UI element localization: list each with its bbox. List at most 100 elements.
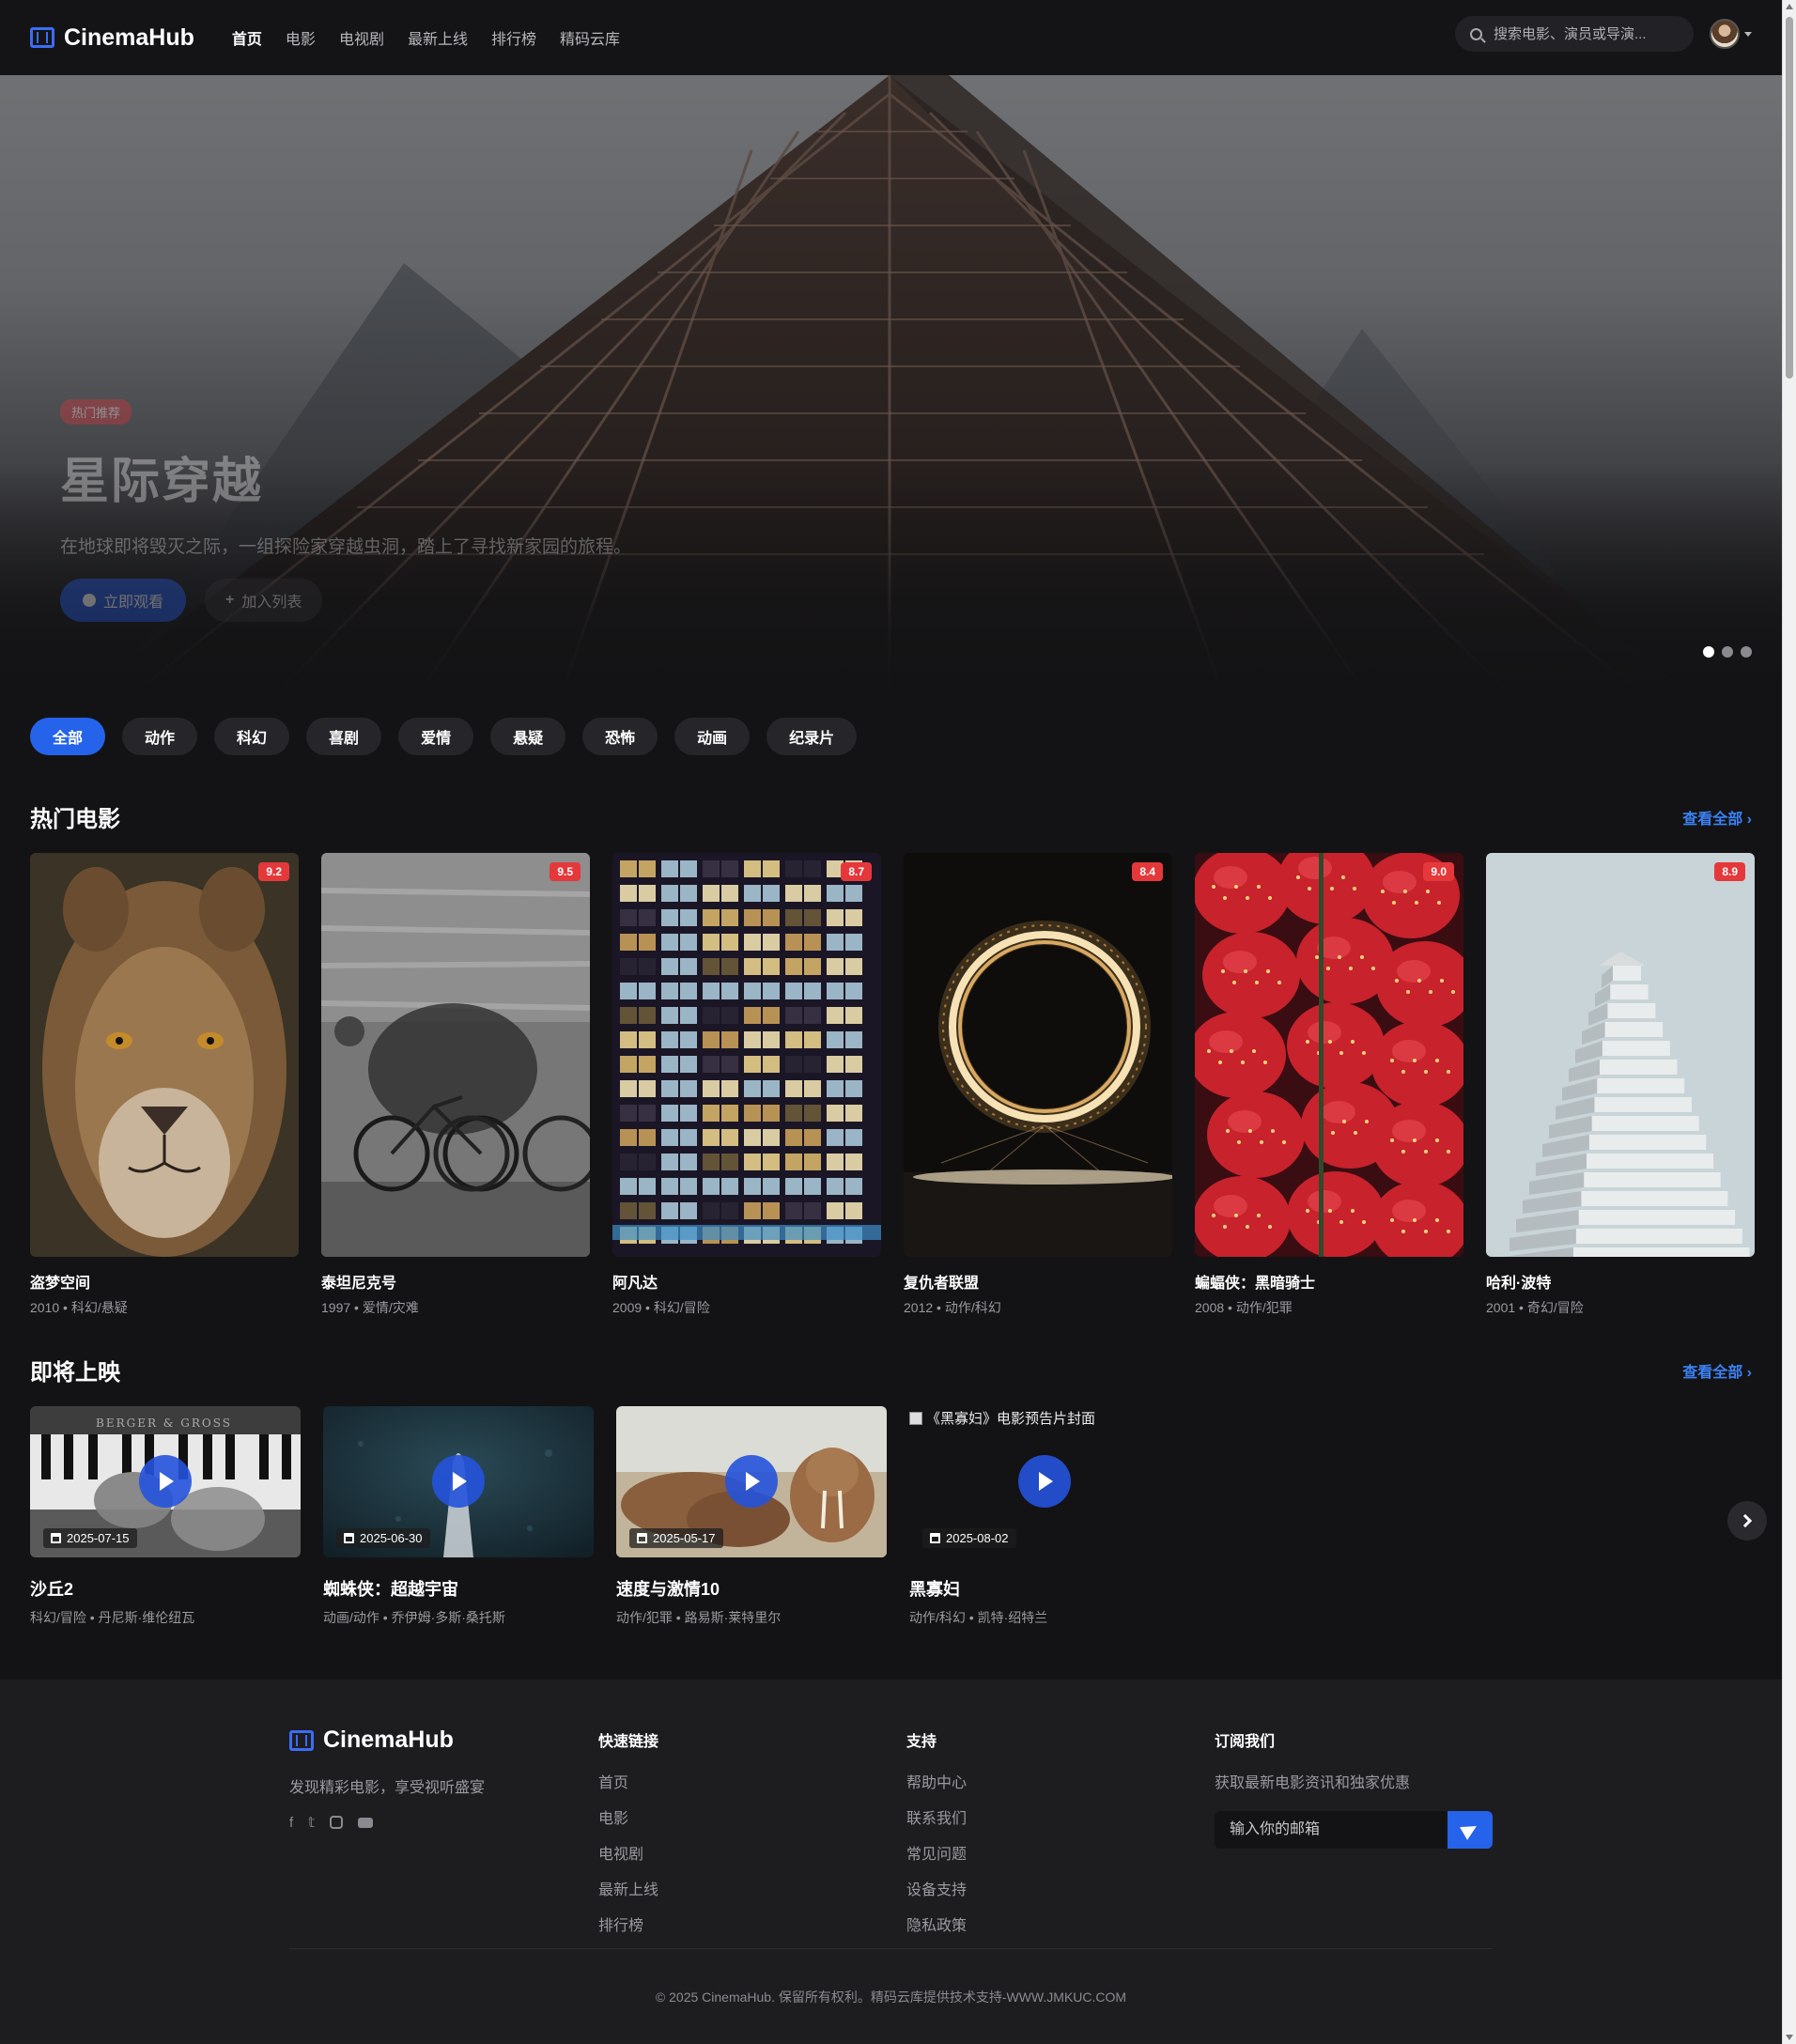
user-menu[interactable] (1710, 19, 1752, 49)
image-alt-text: 《黑寡妇》电影预告片封面 (926, 1411, 1096, 1427)
upcoming-title[interactable]: 沙丘2 (30, 1576, 301, 1601)
scroll-up-icon[interactable] (1786, 4, 1793, 9)
release-date: 2025-05-17 (653, 1531, 716, 1545)
movie-title[interactable]: 哈利·波特 (1486, 1270, 1755, 1293)
genre-chip-horror[interactable]: 恐怖 (582, 718, 658, 755)
scroll-down-icon[interactable] (1786, 2035, 1793, 2040)
youtube-icon[interactable] (358, 1817, 374, 1828)
footer-link[interactable]: 联系我们 (906, 1805, 967, 1828)
genre-chip-all[interactable]: 全部 (30, 718, 106, 755)
upcoming-card[interactable]: 2025-05-17 速度与激情10 动作/犯罪 • 路易斯·莱特里尔 (616, 1406, 887, 1627)
movie-poster[interactable]: 9.0 (1195, 853, 1463, 1257)
upcoming-title[interactable]: 黑寡妇 (909, 1576, 1180, 1601)
nav-item-home[interactable]: 首页 (232, 26, 262, 49)
footer-link[interactable]: 帮助中心 (906, 1770, 967, 1792)
genre-chip-scifi[interactable]: 科幻 (214, 718, 290, 755)
movie-meta: 1997 • 爱情/灾难 (321, 1300, 419, 1315)
rating-badge: 8.4 (1132, 862, 1163, 881)
search-icon[interactable] (1470, 27, 1482, 40)
genre-filter: 全部 动作 科幻 喜剧 爱情 悬疑 恐怖 动画 纪录片 (30, 718, 858, 755)
genre-chip-animation[interactable]: 动画 (674, 718, 751, 755)
twitter-icon[interactable]: 𝕥 (308, 1814, 315, 1831)
email-field[interactable] (1215, 1811, 1448, 1849)
nav-item-new[interactable]: 最新上线 (408, 26, 468, 49)
genre-chip-comedy[interactable]: 喜剧 (306, 718, 382, 755)
footer-link[interactable]: 设备支持 (906, 1877, 967, 1899)
movie-title[interactable]: 复仇者联盟 (904, 1270, 1172, 1293)
movie-title[interactable]: 泰坦尼克号 (321, 1270, 590, 1293)
footer-tagline: 发现精彩电影，享受视听盛宴 (289, 1780, 486, 1796)
movie-poster[interactable]: 8.4 (904, 853, 1172, 1257)
brand-logo[interactable]: CinemaHub (30, 24, 194, 52)
copyright: © 2025 CinemaHub. 保留所有权利。精码云库提供技术支持-WWW.… (655, 1990, 1127, 2005)
upcoming-card[interactable]: 2025-06-30 蜘蛛侠：超越宇宙 动画/动作 • 乔伊姆·多斯·桑托斯 (323, 1406, 594, 1627)
chevron-right-icon: › (1746, 812, 1752, 828)
movie-card[interactable]: 8.4 复仇者联盟 2012 • 动作/科幻 (904, 853, 1172, 1317)
movie-title[interactable]: 蝙蝠侠：黑暗骑士 (1195, 1270, 1463, 1293)
movie-card[interactable]: 9.0 蝙蝠侠：黑暗骑士 2008 • 动作/犯罪 (1195, 853, 1463, 1317)
genre-chip-action[interactable]: 动作 (122, 718, 198, 755)
avatar[interactable] (1710, 19, 1740, 49)
genre-chip-romance[interactable]: 爱情 (398, 718, 474, 755)
add-to-list-button[interactable]: + 加入列表 (205, 579, 323, 622)
trailer-thumbnail[interactable]: 2025-05-17 (616, 1406, 887, 1557)
search-input[interactable] (1494, 25, 1672, 42)
movie-card[interactable]: 9.2 盗梦空间 2010 • 科幻/悬疑 (30, 853, 299, 1317)
movie-title[interactable]: 盗梦空间 (30, 1270, 299, 1293)
instagram-icon[interactable] (330, 1816, 344, 1829)
footer-link[interactable]: 首页 (598, 1770, 658, 1792)
top-navbar: CinemaHub 首页 电影 电视剧 最新上线 排行榜 精码云库 (0, 0, 1782, 75)
genre-chip-mystery[interactable]: 悬疑 (490, 718, 566, 755)
trailer-thumbnail[interactable]: BERGER & GROSS 2025-07-15 (30, 1406, 301, 1557)
nav-item-tv[interactable]: 电视剧 (339, 26, 384, 49)
trailer-thumbnail[interactable]: 2025-06-30 (323, 1406, 594, 1557)
play-icon[interactable] (432, 1454, 485, 1508)
footer: CinemaHub 发现精彩电影，享受视听盛宴 f 𝕥 快速链接 首页 电影 电… (0, 1680, 1782, 2044)
play-icon[interactable] (139, 1454, 192, 1508)
footer-link[interactable]: 最新上线 (598, 1877, 658, 1899)
footer-link[interactable]: 电视剧 (598, 1841, 658, 1864)
movie-poster[interactable]: 8.7 (612, 853, 881, 1257)
footer-logo[interactable]: CinemaHub (289, 1727, 485, 1754)
chevron-down-icon[interactable] (1744, 31, 1752, 37)
movie-card[interactable]: 8.9 哈利·波特 2001 • 奇幻/冒险 (1486, 853, 1755, 1317)
upcoming-card[interactable]: BERGER & GROSS 2025-07-15 沙丘2 科幻/冒险 • 丹尼… (30, 1406, 301, 1627)
send-icon[interactable] (1448, 1811, 1493, 1849)
footer-link[interactable]: 排行榜 (598, 1912, 658, 1935)
upcoming-card[interactable]: 《黑寡妇》电影预告片封面 2025-08-02 黑寡妇 动作/科幻 • 凯特·绍… (909, 1406, 1180, 1627)
carousel-dot-1[interactable] (1703, 646, 1714, 658)
nav-item-rankings[interactable]: 排行榜 (491, 26, 536, 49)
footer-link[interactable]: 常见问题 (906, 1841, 967, 1864)
footer-link[interactable]: 隐私政策 (906, 1912, 967, 1935)
scrollbar-thumb[interactable] (1786, 17, 1793, 379)
trailer-thumbnail[interactable]: 《黑寡妇》电影预告片封面 2025-08-02 (909, 1406, 1180, 1557)
carousel-dot-3[interactable] (1741, 646, 1752, 658)
carousel-dot-2[interactable] (1722, 646, 1733, 658)
upcoming-title[interactable]: 速度与激情10 (616, 1576, 887, 1601)
hero-description: 在地球即将毁灭之际，一组探险家穿越虫洞，踏上了寻找新家园的旅程。 (60, 537, 632, 557)
upcoming-view-all-link[interactable]: 查看全部 › (1682, 1359, 1752, 1382)
movie-card[interactable]: 9.5 泰坦尼克号 1997 • 爱情/灾难 (321, 853, 590, 1317)
nav-item-jmkuc[interactable]: 精码云库 (560, 26, 620, 49)
movie-poster[interactable]: 9.5 (321, 853, 590, 1257)
movie-poster[interactable]: 9.2 (30, 853, 299, 1257)
view-all-label: 查看全部 (1682, 812, 1743, 828)
movie-title[interactable]: 阿凡达 (612, 1270, 881, 1293)
play-icon[interactable] (725, 1454, 778, 1508)
carousel-next-button[interactable] (1727, 1501, 1767, 1541)
scrollbar[interactable] (1782, 0, 1796, 2044)
brand-name: CinemaHub (64, 23, 194, 51)
footer-brand-column: CinemaHub 发现精彩电影，享受视听盛宴 f 𝕥 (289, 1727, 485, 1831)
genre-chip-documentary[interactable]: 纪录片 (766, 718, 858, 755)
nav-item-movies[interactable]: 电影 (286, 26, 316, 49)
upcoming-title[interactable]: 蜘蛛侠：超越宇宙 (323, 1576, 594, 1601)
movie-card[interactable]: 8.7 阿凡达 2009 • 科幻/冒险 (612, 853, 881, 1317)
facebook-icon[interactable]: f (289, 1815, 293, 1831)
upcoming-meta: 科幻/冒险 • 丹尼斯·维伦纽瓦 (30, 1610, 195, 1625)
popular-view-all-link[interactable]: 查看全部 › (1682, 806, 1752, 828)
watch-now-button[interactable]: 立即观看 (60, 579, 187, 622)
main-nav: 首页 电影 电视剧 最新上线 排行榜 精码云库 (232, 26, 620, 49)
footer-link[interactable]: 电影 (598, 1805, 658, 1828)
play-icon[interactable] (1018, 1454, 1071, 1508)
movie-poster[interactable]: 8.9 (1486, 853, 1755, 1257)
